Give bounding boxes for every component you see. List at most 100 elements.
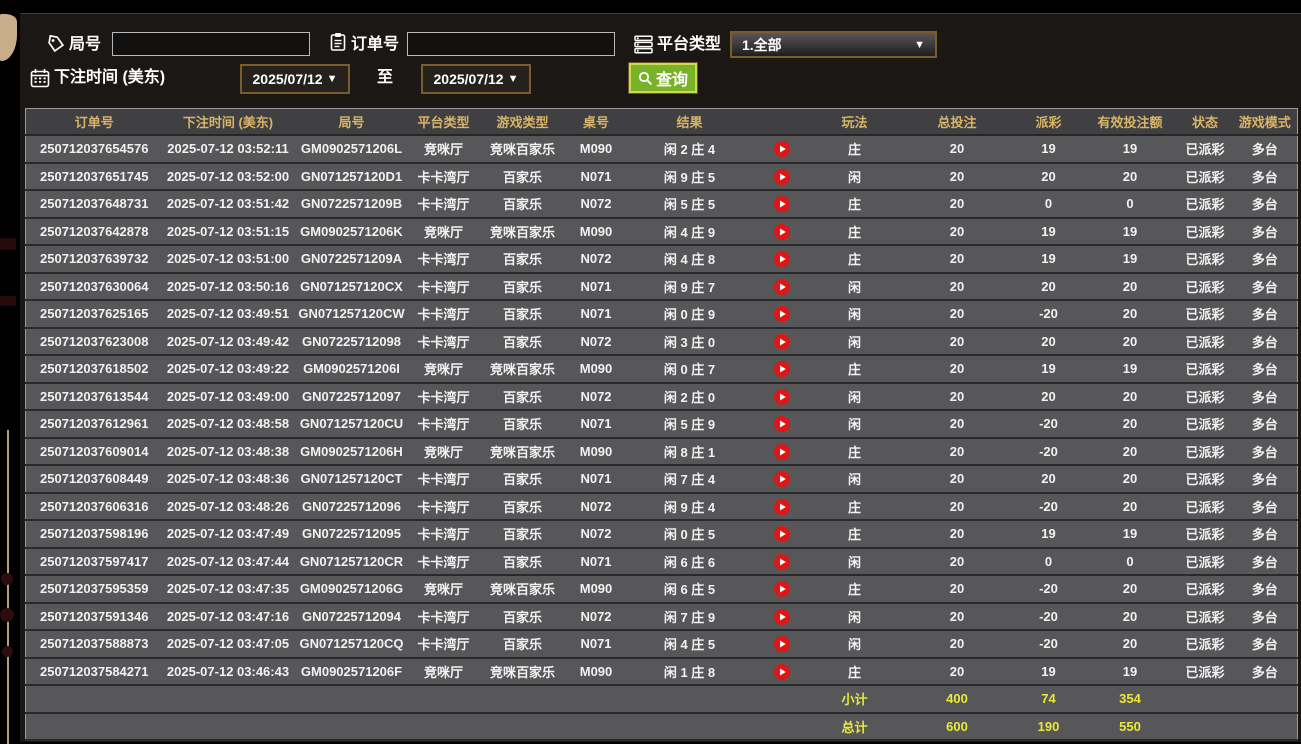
cell-table-no: N071 [567, 272, 625, 301]
platform-type-select[interactable]: 1.全部 ▼ [730, 31, 937, 58]
cell-game-type: 百家乐 [477, 382, 568, 411]
cell-status: 已派彩 [1177, 217, 1233, 246]
backdrop-blob [0, 608, 14, 622]
cell-payout: 19 [1014, 657, 1083, 686]
play-button[interactable] [774, 388, 790, 405]
cell-bet-side: 庄 [809, 190, 900, 219]
cell-order-no: 250712037630064 [25, 272, 163, 301]
play-button[interactable] [774, 306, 790, 323]
column-header: 总投注 [899, 108, 1015, 136]
cell-valid-bet: 20 [1082, 602, 1178, 631]
cell-platform: 竞咪厅 [409, 217, 478, 246]
cell-result: 闲 0 庄 9 [624, 300, 755, 329]
cell-bet-side: 庄 [809, 520, 900, 549]
platform-type-value: 1.全部 [742, 36, 782, 53]
cell-bet-time: 2025-07-12 03:51:42 [162, 190, 294, 219]
cell-result: 闲 4 庄 9 [624, 217, 755, 246]
cell-game-type: 百家乐 [477, 327, 568, 356]
cell-order-no: 250712037606316 [25, 492, 163, 521]
date-from-select[interactable]: 2025/07/12 ▼ [240, 64, 350, 94]
cell-order-no: 250712037654576 [25, 135, 163, 164]
play-icon [774, 251, 790, 268]
cell-valid-bet: 20 [1082, 492, 1178, 521]
play-button[interactable] [774, 553, 790, 570]
play-button[interactable] [774, 251, 790, 268]
order-no-input[interactable] [407, 32, 615, 56]
column-header [754, 108, 810, 136]
play-icon [774, 361, 790, 378]
table-row: 250712037642878 2025-07-12 03:51:15 GM0902… [25, 217, 1298, 246]
cell-table-no: N071 [567, 162, 625, 191]
cell-payout: 0 [1014, 190, 1083, 219]
query-button-label: 查询 [655, 72, 688, 89]
cell-mode: 多台 [1232, 410, 1298, 439]
cell-bet-side: 庄 [809, 355, 900, 384]
cell-round-no: GN07225712097 [293, 382, 410, 411]
summary-empty-cell [25, 685, 163, 714]
cell-payout: -20 [1014, 575, 1083, 604]
cell-order-no: 250712037595359 [25, 575, 163, 604]
cell-result: 闲 2 庄 4 [624, 135, 755, 164]
cell-game-type: 百家乐 [477, 465, 568, 494]
table-row: 250712037625165 2025-07-12 03:49:51 GN0712… [25, 300, 1298, 329]
cell-mode: 多台 [1232, 245, 1298, 274]
cell-bet-side: 闲 [809, 630, 900, 659]
query-button[interactable]: 查询 [629, 63, 697, 93]
table-row: 250712037591346 2025-07-12 03:47:16 GN0722… [25, 602, 1298, 631]
play-button[interactable] [774, 498, 790, 515]
game-no-input[interactable] [112, 32, 310, 56]
summary-payout: 74 [1014, 685, 1083, 714]
play-button[interactable] [774, 636, 790, 653]
play-button[interactable] [774, 471, 790, 488]
summary-label: 总计 [809, 712, 900, 741]
cell-valid-bet: 20 [1082, 162, 1178, 191]
cell-total-bet: 20 [899, 410, 1015, 439]
play-button[interactable] [774, 168, 790, 185]
play-icon [774, 471, 790, 488]
play-button[interactable] [774, 443, 790, 460]
play-button[interactable] [774, 581, 790, 598]
cell-order-no: 250712037609014 [25, 437, 163, 466]
play-icon [774, 196, 790, 213]
cell-valid-bet: 19 [1082, 520, 1178, 549]
cell-order-no: 250712037625165 [25, 300, 163, 329]
cell-mode: 多台 [1232, 190, 1298, 219]
play-icon [774, 498, 790, 515]
cell-status: 已派彩 [1177, 190, 1233, 219]
table-row: 250712037623008 2025-07-12 03:49:42 GN0722… [25, 327, 1298, 356]
cell-bet-time: 2025-07-12 03:47:44 [162, 547, 294, 576]
cell-order-no: 250712037591346 [25, 602, 163, 631]
play-icon [774, 223, 790, 240]
play-button[interactable] [774, 196, 790, 213]
summary-empty-cell [624, 685, 755, 714]
cell-game-type: 百家乐 [477, 520, 568, 549]
play-button[interactable] [774, 223, 790, 240]
cell-play [754, 465, 810, 494]
cell-order-no: 250712037598196 [25, 520, 163, 549]
cell-play [754, 657, 810, 686]
cell-status: 已派彩 [1177, 382, 1233, 411]
play-button[interactable] [774, 608, 790, 625]
play-button[interactable] [774, 663, 790, 680]
play-button[interactable] [774, 361, 790, 378]
play-icon [774, 581, 790, 598]
cell-bet-side: 闲 [809, 300, 900, 329]
cell-platform: 卡卡湾厅 [409, 465, 478, 494]
cell-bet-side: 闲 [809, 272, 900, 301]
date-to-select[interactable]: 2025/07/12 ▼ [421, 64, 531, 94]
summary-empty-cell [624, 712, 755, 741]
cell-bet-time: 2025-07-12 03:46:43 [162, 657, 294, 686]
play-button[interactable] [774, 333, 790, 350]
play-button[interactable] [774, 416, 790, 433]
play-button[interactable] [774, 141, 790, 158]
play-button[interactable] [774, 278, 790, 295]
play-button[interactable] [774, 526, 790, 543]
cell-valid-bet: 20 [1082, 327, 1178, 356]
backdrop-blob [1, 573, 13, 585]
summary-empty-cell [567, 712, 625, 741]
summary-row: 小计 400 74 354 [25, 685, 1298, 714]
cell-game-type: 竞咪百家乐 [477, 217, 568, 246]
cell-mode: 多台 [1232, 135, 1298, 164]
cell-result: 闲 7 庄 4 [624, 465, 755, 494]
cell-bet-time: 2025-07-12 03:49:22 [162, 355, 294, 384]
